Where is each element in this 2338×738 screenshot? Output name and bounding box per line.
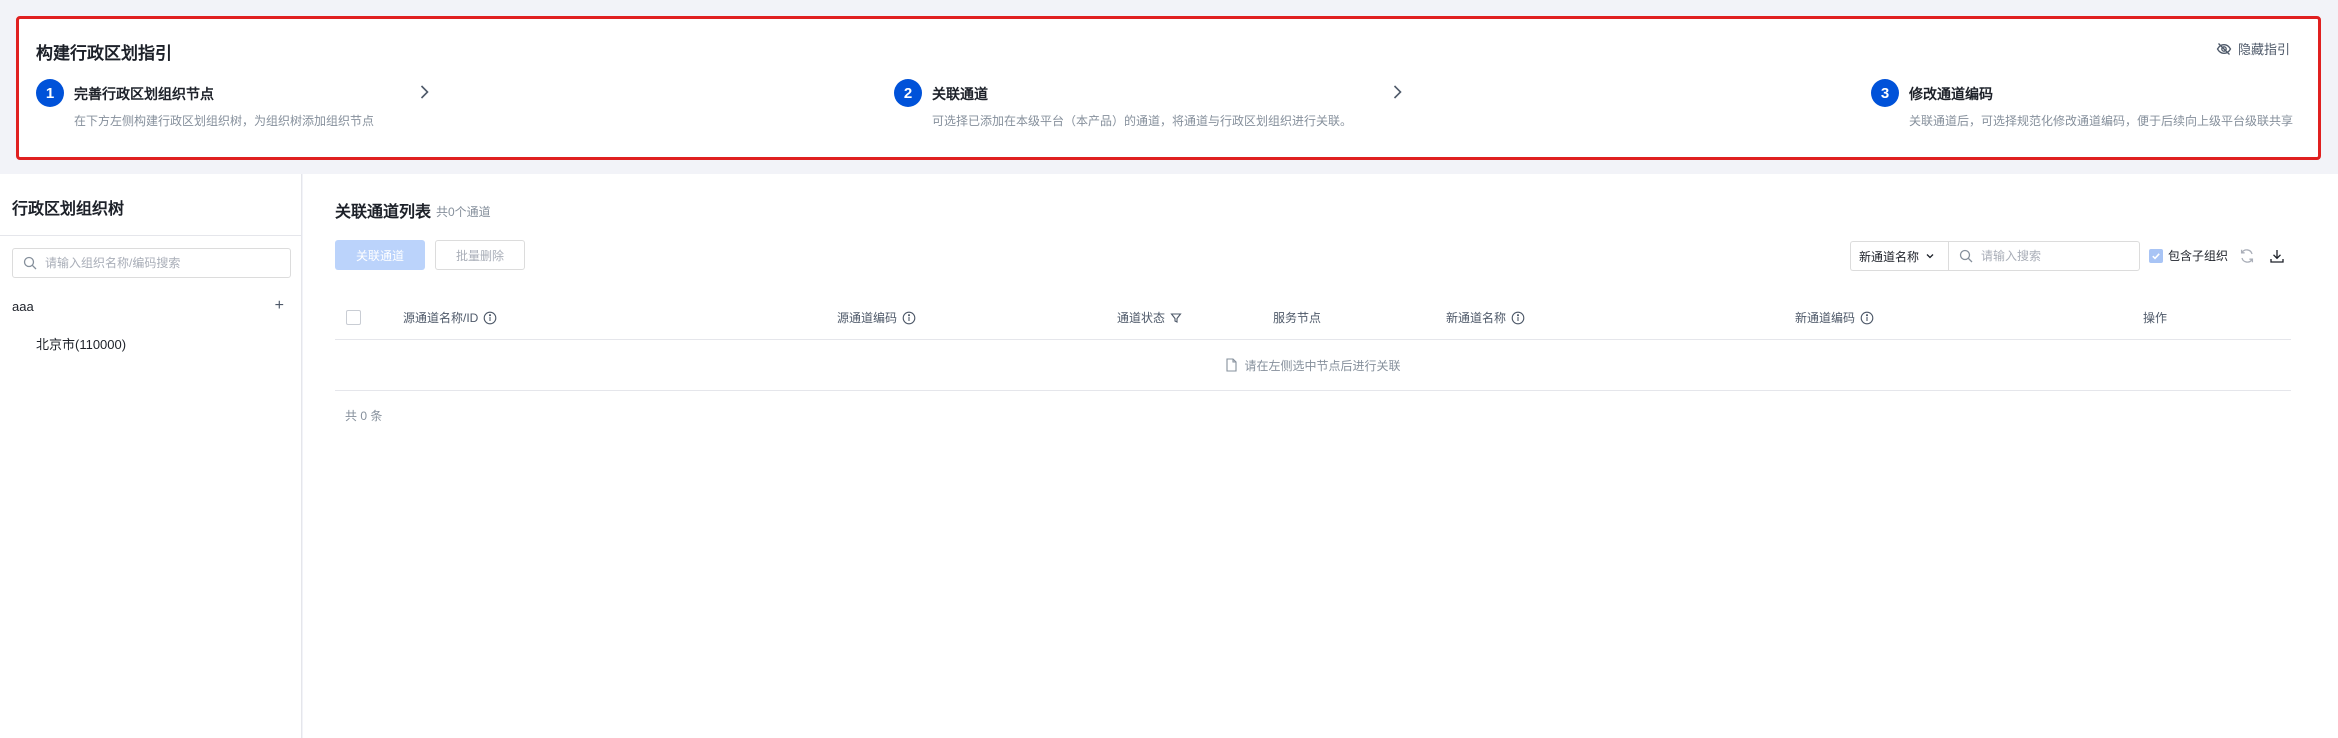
org-tree-title: 行政区划组织树	[12, 201, 125, 218]
file-icon	[1226, 358, 1238, 372]
column-header: 新通道编码	[1795, 309, 1874, 326]
include-sub-org-label: 包含子组织	[2168, 249, 2229, 263]
org-tree-panel: 行政区划组织树 aaa + 北京市(110000)	[0, 174, 302, 738]
tree-node-root[interactable]: aaa +	[12, 294, 284, 318]
column-header: 源通道编码	[837, 309, 916, 326]
org-search-box[interactable]	[12, 248, 291, 278]
step-title: 关联通道	[932, 86, 988, 102]
step-title: 修改通道编码	[1909, 86, 1993, 102]
batch-delete-button[interactable]: 批量删除	[435, 240, 525, 270]
filter-field-value: 新通道名称	[1859, 249, 1920, 264]
guide-title: 构建行政区划指引	[36, 44, 172, 63]
table-header: 源通道名称/ID 源通道编码 通道状态 服务节点 新通道名称 新通道编码 操作	[335, 294, 2291, 340]
info-icon[interactable]	[902, 311, 916, 325]
link-channel-button[interactable]: 关联通道	[335, 240, 425, 270]
chevron-right-icon	[420, 85, 429, 99]
chevron-right-icon	[1393, 85, 1402, 99]
search-icon	[1959, 249, 1973, 263]
info-icon[interactable]	[1860, 311, 1874, 325]
info-icon[interactable]	[483, 311, 497, 325]
step-description: 关联通道后，可选择规范化修改通道编码，便于后续向上级平台级联共享	[1909, 114, 2294, 128]
step-title: 完善行政区划组织节点	[74, 86, 214, 102]
filter-field-select[interactable]: 新通道名称	[1850, 241, 1948, 271]
empty-state: 请在左侧选中节点后进行关联	[335, 340, 2291, 391]
step-description: 在下方左侧构建行政区划组织树，为组织树添加组织节点	[74, 114, 375, 128]
download-icon[interactable]	[2268, 247, 2286, 265]
column-header: 新通道名称	[1446, 309, 1525, 326]
include-sub-org-checkbox[interactable]: 包含子组织	[2149, 247, 2228, 264]
chevron-down-icon	[1926, 254, 1934, 259]
list-title: 关联通道列表	[335, 204, 432, 221]
column-header: 服务节点	[1273, 311, 1322, 325]
hide-guide-button[interactable]: 隐藏指引	[2216, 39, 2290, 58]
eye-off-icon	[2216, 42, 2232, 55]
hide-guide-label: 隐藏指引	[2237, 42, 2290, 57]
step-number: 3	[1871, 79, 1899, 107]
channel-list-panel: 关联通道列表 共0个通道 关联通道 批量删除 新通道名称 包含子组织 源通道名称…	[303, 174, 2338, 738]
divider	[0, 235, 301, 236]
guide-panel: 构建行政区划指引 隐藏指引 1 完善行政区划组织节点 在下方左侧构建行政区划组织…	[16, 16, 2321, 160]
org-search-input[interactable]	[45, 256, 275, 270]
channel-search-box[interactable]	[1948, 241, 2140, 271]
tree-node-child[interactable]: 北京市(110000)	[36, 334, 126, 353]
column-header: 源通道名称/ID	[403, 309, 497, 326]
info-icon[interactable]	[1511, 311, 1525, 325]
select-all-checkbox[interactable]	[346, 310, 361, 325]
plus-icon[interactable]: +	[275, 297, 284, 315]
step-description: 可选择已添加在本级平台（本产品）的通道，将通道与行政区划组织进行关联。	[932, 114, 1353, 128]
empty-text: 请在左侧选中节点后进行关联	[1244, 358, 1401, 373]
refresh-icon[interactable]	[2238, 247, 2256, 265]
pagination-total: 共 0 条	[345, 409, 383, 423]
channel-count: 共0个通道	[436, 205, 491, 219]
channel-search-input[interactable]	[1981, 249, 2131, 263]
column-header: 通道状态	[1117, 309, 1182, 326]
tree-node-label: aaa	[12, 298, 34, 314]
filter-icon[interactable]	[1170, 312, 1182, 324]
step-number: 1	[36, 79, 64, 107]
check-icon	[2149, 248, 2163, 263]
column-header: 操作	[2143, 311, 2168, 325]
step-number: 2	[894, 79, 922, 107]
search-icon	[23, 256, 37, 270]
